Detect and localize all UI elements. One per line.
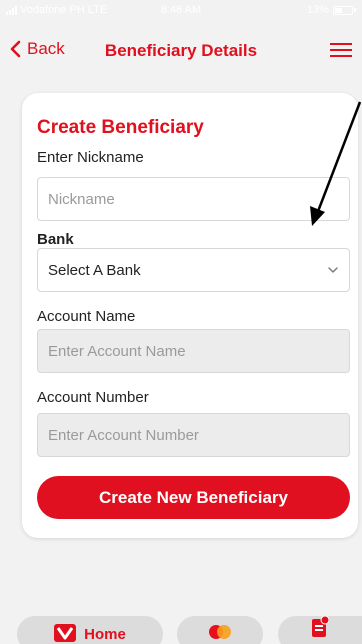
status-bar: Vodafone PH LTE 8:46 AM 13% — [0, 0, 362, 20]
account-number-label: Account Number — [37, 389, 149, 406]
bill-receipt-icon — [312, 616, 329, 637]
card-title: Create Beneficiary — [37, 117, 204, 138]
page-title: Beneficiary Details — [104, 41, 258, 60]
bank-select[interactable]: Select A Bank — [37, 248, 350, 292]
nickname-placeholder: Nickname — [48, 190, 115, 208]
bank-label: Bank — [37, 231, 74, 248]
nickname-label: Enter Nickname — [37, 149, 144, 166]
battery-percent: 13% — [306, 4, 329, 16]
account-name-label: Account Name — [37, 308, 136, 325]
battery-tip — [354, 8, 356, 12]
account-number-placeholder: Enter Account Number — [48, 426, 199, 444]
account-name-placeholder: Enter Account Name — [48, 342, 186, 360]
tab-home[interactable]: Home — [17, 616, 163, 644]
home-logo-icon — [54, 624, 77, 642]
chevron-down-icon — [328, 267, 338, 273]
nickname-input[interactable]: Nickname — [37, 177, 350, 221]
create-button-label: Create New Beneficiary — [99, 487, 288, 507]
card-brand-icon — [209, 625, 231, 639]
bank-selected-value: Select A Bank — [48, 261, 141, 279]
tab-bills[interactable] — [278, 616, 362, 644]
create-beneficiary-button[interactable]: Create New Beneficiary — [37, 476, 350, 519]
tab-cards[interactable] — [177, 616, 263, 644]
tab-bar: Home — [0, 608, 362, 644]
account-number-input[interactable]: Enter Account Number — [37, 413, 350, 457]
status-right: 13% — [307, 4, 356, 16]
nav-bar: Back Beneficiary Details — [0, 20, 362, 80]
hamburger-menu-icon[interactable] — [330, 42, 352, 58]
create-beneficiary-card: Create Beneficiary Enter Nickname Nickna… — [22, 93, 358, 538]
battery-icon — [333, 5, 353, 15]
tab-home-label: Home — [84, 626, 126, 643]
account-name-input[interactable]: Enter Account Name — [37, 329, 350, 373]
screen: Vodafone PH LTE 8:46 AM 13% Back Benefic… — [0, 0, 362, 644]
